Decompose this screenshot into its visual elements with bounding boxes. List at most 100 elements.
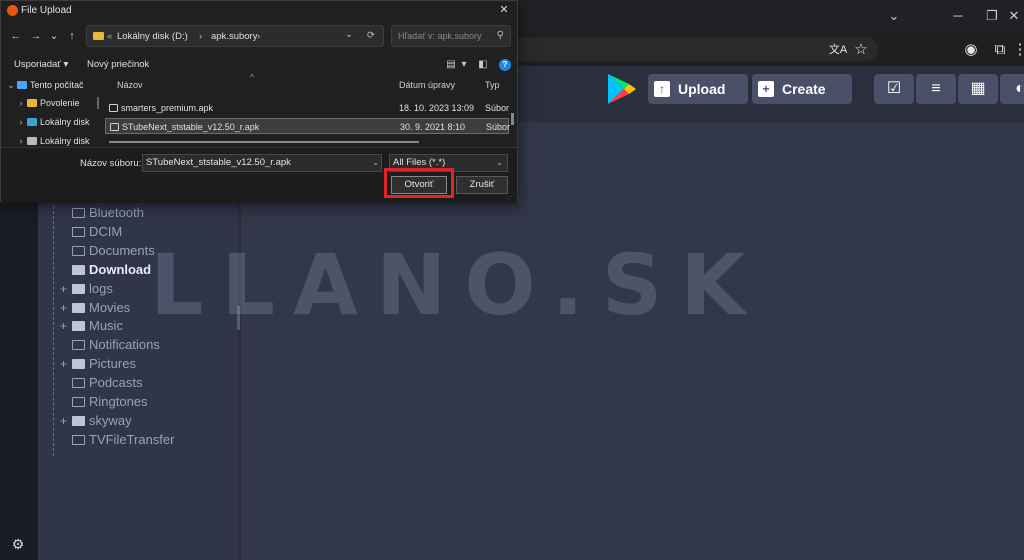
breadcrumb-drive[interactable]: Lokálny disk (D:) — [117, 31, 188, 42]
extensions-icon[interactable]: ⧉ — [990, 40, 1010, 60]
breadcrumb-separator[interactable]: › — [257, 31, 260, 42]
folder-tree-item[interactable]: Download — [60, 261, 151, 279]
folder-tree-item[interactable]: TVFileTransfer — [60, 431, 174, 449]
horizontal-scrollbar[interactable] — [109, 141, 419, 143]
view-dropdown-icon[interactable]: ▾ — [458, 59, 470, 71]
folder-tree-item[interactable]: Bluetooth — [60, 204, 144, 222]
search-placeholder: Hľadať v: apk.subory — [398, 31, 482, 41]
profile-icon[interactable]: ◉ — [961, 40, 981, 60]
nav-item-povolenie[interactable]: › Povolenie — [15, 95, 105, 111]
resize-grip-icon[interactable]: ⋰ — [507, 192, 515, 201]
grid-view-icon[interactable]: ▦ — [958, 74, 998, 104]
refresh-icon[interactable]: ⟳ — [367, 30, 375, 41]
create-button[interactable]: + Create — [752, 74, 852, 104]
folder-icon — [72, 245, 85, 256]
folder-tree-item[interactable]: + Pictures — [60, 355, 136, 373]
column-header-date[interactable]: Dátum úpravy — [399, 80, 455, 90]
expand-plus-icon[interactable]: + — [60, 317, 72, 335]
folder-tree-item[interactable]: + Music — [60, 317, 123, 335]
nav-item-label: Lokálny disk — [40, 117, 90, 127]
folder-tree-item[interactable]: DCIM — [60, 223, 122, 241]
search-input[interactable]: Hľadať v: apk.subory ⚲ — [391, 25, 511, 47]
folder-name: DCIM — [89, 223, 123, 239]
breadcrumb-overflow[interactable]: « — [107, 31, 112, 42]
file-row[interactable]: smarters_premium.apk 18. 10. 2023 13:09 … — [105, 100, 509, 116]
cancel-button[interactable]: Zrušiť — [456, 176, 508, 194]
breadcrumb-dropdown-icon[interactable]: ⌄ — [345, 29, 353, 40]
back-icon[interactable]: ← — [9, 29, 23, 43]
upload-icon: ↑ — [654, 81, 670, 97]
restore-icon[interactable]: ❐ — [982, 8, 1002, 24]
filename-dropdown-icon[interactable]: ⌄ — [372, 155, 379, 171]
expand-plus-icon[interactable]: + — [60, 412, 72, 430]
tab-search-chevron-icon[interactable]: ⌄ — [884, 8, 904, 24]
up-folder-icon[interactable]: ↑ — [65, 29, 79, 43]
file-name: STubeNext_ststable_v12.50_r.apk — [122, 122, 260, 132]
expand-chevron-icon[interactable]: › — [15, 114, 27, 130]
folder-name: Ringtones — [89, 394, 148, 409]
bookmark-star-icon[interactable]: ☆ — [851, 40, 871, 60]
help-icon[interactable]: ? — [499, 59, 511, 71]
minimize-icon[interactable]: ─ — [948, 8, 968, 24]
folder-icon — [72, 302, 85, 313]
folder-icon — [72, 208, 85, 218]
column-header-type[interactable]: Typ — [485, 80, 500, 90]
view-options-icon[interactable]: ▤ — [445, 59, 457, 71]
forward-icon[interactable]: → — [29, 29, 43, 43]
filename-input[interactable]: STubeNext_ststable_v12.50_r.apk ⌄ — [142, 154, 382, 172]
filename-label: Názov súboru: — [80, 158, 142, 169]
nav-item-label: Tento počítač — [30, 80, 84, 90]
folder-icon — [72, 283, 85, 294]
nav-item-local-disk-d[interactable]: › Lokálny disk — [15, 133, 105, 147]
file-date: 30. 9. 2021 8:10 — [400, 122, 466, 132]
breadcrumb-separator[interactable]: › — [199, 31, 202, 42]
folder-icon — [72, 226, 85, 237]
browser-menu-icon[interactable]: ⋮ — [1010, 40, 1024, 60]
expand-plus-icon[interactable]: + — [60, 280, 72, 298]
select-checkbox-icon[interactable]: ☑ — [874, 74, 914, 104]
theme-toggle-icon[interactable]: ◐ — [1000, 74, 1024, 104]
folder-tree-item[interactable]: + skyway — [60, 412, 132, 430]
apk-file-icon — [110, 123, 119, 131]
new-folder-button[interactable]: Nový priečinok — [87, 59, 149, 70]
expand-chevron-icon[interactable]: › — [15, 133, 27, 147]
translate-icon[interactable]: 文A — [828, 40, 848, 60]
file-upload-dialog: File Upload ✕ ← → ⌄ ↑ « Lokálny disk (D:… — [0, 0, 518, 203]
expand-chevron-icon[interactable]: ⌄ — [5, 77, 17, 93]
nav-item-local-disk-c[interactable]: › Lokálny disk — [15, 114, 105, 130]
dialog-close-icon[interactable]: ✕ — [497, 3, 511, 17]
nav-item-this-pc[interactable]: ⌄ Tento počítač — [5, 77, 95, 93]
window-close-icon[interactable]: ✕ — [1004, 8, 1024, 24]
expand-plus-icon[interactable]: + — [60, 355, 72, 373]
folder-tree-item[interactable]: Documents — [60, 242, 155, 260]
folder-name: Podcasts — [89, 375, 143, 391]
settings-gear-icon[interactable]: ⚙ — [10, 536, 26, 552]
address-bar[interactable] — [500, 37, 878, 61]
folder-tree-item[interactable]: + logs — [60, 280, 113, 298]
breadcrumb[interactable]: « Lokálny disk (D:) › apk.subory › ⌄ ⟳ — [86, 25, 384, 47]
folder-tree-item[interactable]: Podcasts — [60, 374, 142, 392]
breadcrumb-folder[interactable]: apk.subory — [211, 31, 257, 42]
create-plus-icon: + — [758, 81, 774, 97]
folder-tree-item[interactable]: + Movies — [60, 299, 130, 317]
pane-splitter[interactable] — [97, 97, 99, 109]
folder-name: TVFileTransfer — [89, 431, 175, 447]
filetype-value: All Files (*.*) — [393, 157, 446, 168]
preview-pane-icon[interactable]: ◧ — [477, 59, 489, 71]
open-button-highlight — [384, 168, 454, 198]
column-header-name[interactable]: Názov — [117, 80, 143, 90]
folder-icon — [72, 397, 85, 407]
vertical-scrollbar[interactable] — [511, 113, 514, 125]
recent-locations-icon[interactable]: ⌄ — [47, 29, 61, 43]
organize-button[interactable]: Usporiadať ▾ — [14, 59, 68, 70]
upload-button[interactable]: ↑ Upload — [648, 74, 748, 104]
sort-list-icon[interactable]: ≡ — [916, 74, 956, 104]
folder-name: logs — [89, 280, 113, 296]
filename-value: STubeNext_ststable_v12.50_r.apk — [146, 157, 291, 168]
expand-chevron-icon[interactable]: › — [15, 95, 27, 111]
expand-plus-icon[interactable]: + — [60, 299, 72, 317]
folder-tree-item[interactable]: Ringtones — [60, 393, 148, 411]
folder-icon — [72, 378, 85, 389]
folder-tree-item[interactable]: Notifications — [60, 336, 160, 354]
file-row-selected[interactable]: STubeNext_ststable_v12.50_r.apk 30. 9. 2… — [105, 118, 510, 134]
